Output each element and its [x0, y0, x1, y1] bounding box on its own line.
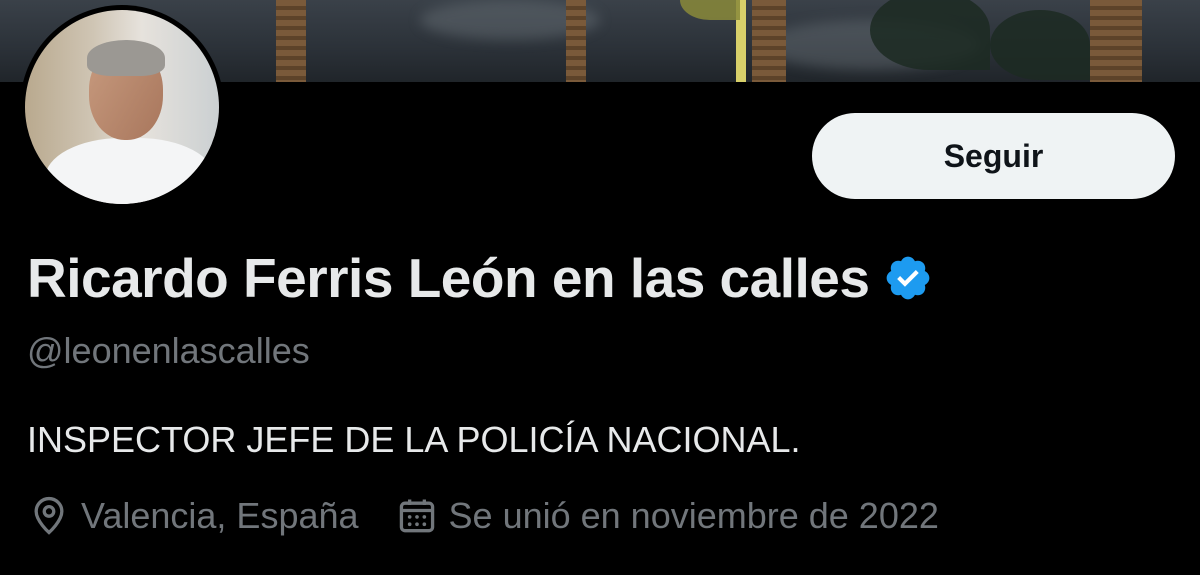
location-text: Valencia, España — [81, 495, 359, 536]
calendar-icon — [399, 499, 434, 533]
banner-palm-frond — [990, 10, 1090, 80]
verified-badge-icon[interactable] — [883, 253, 933, 303]
display-name: Ricardo Ferris León en las calles — [27, 247, 870, 309]
avatar-photo — [25, 10, 219, 204]
banner-palm-trunk — [752, 0, 786, 82]
banner-palm-trunk — [566, 0, 586, 82]
location-pin-icon — [34, 496, 64, 535]
banner-palm-trunk — [1090, 0, 1142, 82]
profile-joined-date: Se unió en noviembre de 2022 — [395, 494, 939, 538]
profile-handle: @leonenlascalles — [27, 330, 310, 371]
banner-palm-trunk — [276, 0, 306, 82]
follow-button[interactable]: Seguir — [812, 113, 1175, 199]
avatar-hair — [87, 40, 165, 76]
profile-bio: INSPECTOR JEFE DE LA POLICÍA NACIONAL. — [27, 419, 801, 460]
avatar-shirt — [45, 138, 215, 204]
profile-avatar[interactable] — [20, 5, 224, 209]
banner-palm-frond — [680, 0, 740, 20]
profile-location: Valencia, España — [27, 494, 359, 538]
joined-text: Se unió en noviembre de 2022 — [448, 495, 939, 536]
profile-meta: Valencia, España Se unió en noviembre de… — [27, 494, 975, 538]
profile-name-row: Ricardo Ferris León en las calles — [27, 246, 933, 310]
